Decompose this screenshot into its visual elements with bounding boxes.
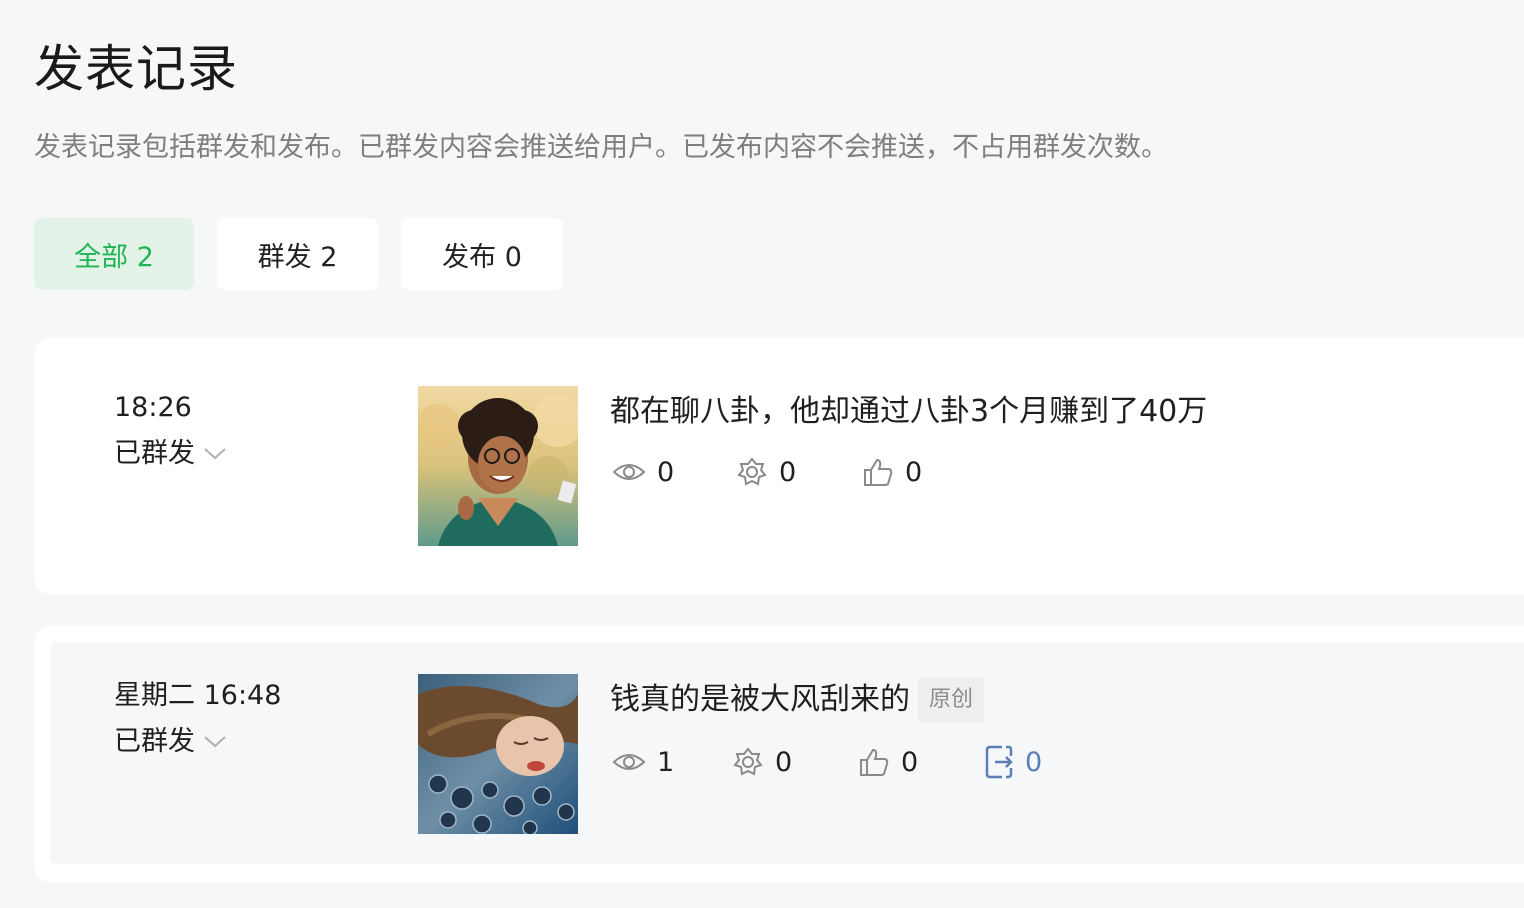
forward-icon: [985, 745, 1013, 779]
stat-shares-count: 0: [775, 746, 793, 778]
chevron-down-icon: [204, 448, 226, 460]
post-title-text: 钱真的是被大风刮来的: [610, 682, 910, 717]
post-stats: 1 0 0 0: [612, 744, 1042, 780]
stat-forwards[interactable]: 0: [984, 744, 1042, 780]
stat-shares-count: 0: [779, 456, 797, 488]
page-description: 发表记录包括群发和发布。已群发内容会推送给用户。已发布内容不会推送，不占用群发次…: [34, 132, 1168, 163]
post-card: 18:26 已群发 都在聊八卦，他却通过八卦3个月赚到了40万 0 0 0: [34, 338, 1524, 594]
stat-views: 0: [612, 457, 736, 488]
chevron-down-icon: [204, 736, 226, 748]
post-card-body: 星期二 16:48 已群发 钱真的是被大风刮来的 原创 1 0 0 0: [50, 642, 1524, 864]
post-thumbnail[interactable]: [418, 674, 578, 834]
stat-shares: 0: [736, 456, 862, 488]
tab-publish[interactable]: 发布 0: [401, 218, 563, 290]
share-gear-icon: [733, 747, 763, 776]
stat-views: 1: [612, 747, 732, 778]
stat-likes: 0: [862, 456, 922, 488]
tab-all[interactable]: 全部 2: [34, 218, 194, 290]
post-stats: 0 0 0: [612, 456, 922, 488]
post-status-dropdown[interactable]: 已群发: [114, 436, 227, 472]
post-title[interactable]: 都在聊八卦，他却通过八卦3个月赚到了40万: [610, 392, 1207, 432]
tab-mass-send[interactable]: 群发 2: [217, 218, 378, 290]
stat-likes-count: 0: [905, 456, 923, 488]
page-title: 发表记录: [34, 40, 238, 98]
publish-records-page: 发表记录 发表记录包括群发和发布。已群发内容会推送给用户。已发布内容不会推送，不…: [0, 0, 1524, 908]
post-title[interactable]: 钱真的是被大风刮来的 原创: [610, 678, 985, 722]
thumbs-up-icon: [860, 748, 889, 776]
stat-likes-count: 0: [901, 746, 919, 778]
post-status-dropdown[interactable]: 已群发: [114, 724, 227, 760]
eye-icon: [612, 464, 646, 480]
stat-forwards-count: 0: [1025, 746, 1043, 778]
post-thumbnail[interactable]: [418, 386, 578, 546]
post-status-label: 已群发: [114, 438, 195, 469]
original-badge: 原创: [918, 678, 985, 722]
post-card: 星期二 16:48 已群发 钱真的是被大风刮来的 原创 1 0 0 0: [34, 626, 1524, 882]
post-time: 18:26: [114, 392, 192, 423]
post-time: 星期二 16:48: [114, 680, 282, 711]
post-title-text: 都在聊八卦，他却通过八卦3个月赚到了40万: [610, 394, 1208, 429]
stat-views-count: 1: [657, 746, 675, 778]
woman-with-glasses-illustration: [418, 386, 578, 546]
eye-icon: [612, 754, 646, 770]
thumbs-up-icon: [864, 458, 893, 486]
woman-lying-in-water-illustration: [418, 674, 578, 834]
stat-shares: 0: [732, 746, 858, 778]
post-card-body: 18:26 已群发 都在聊八卦，他却通过八卦3个月赚到了40万 0 0 0: [34, 338, 1524, 594]
stat-views-count: 0: [657, 456, 675, 488]
share-gear-icon: [737, 457, 767, 486]
filter-tabs: 全部 2 群发 2 发布 0: [34, 218, 563, 290]
stat-likes: 0: [858, 746, 984, 778]
post-status-label: 已群发: [114, 726, 195, 757]
